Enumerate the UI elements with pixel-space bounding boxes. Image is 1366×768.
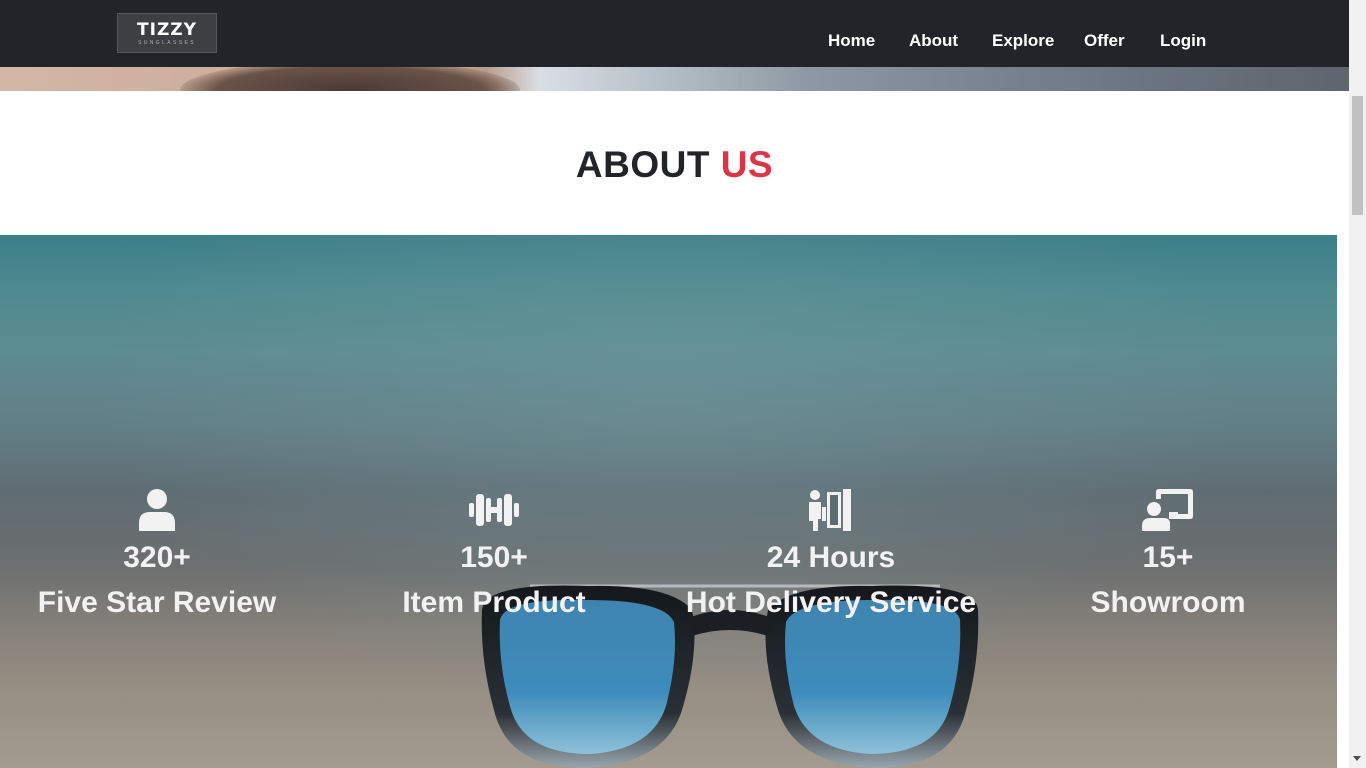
- about-heading-accent: US: [720, 144, 774, 185]
- scrollbar-thumb[interactable]: [1352, 96, 1363, 215]
- delivery-person-icon: [809, 489, 851, 531]
- nav-link-about[interactable]: About: [909, 30, 958, 52]
- stat-products: 150+ Item Product: [334, 489, 654, 623]
- scroll-down-arrow-icon[interactable]: [1353, 756, 1361, 761]
- stats-section: 320+ Five Star Review 150+ Item Product: [0, 235, 1337, 768]
- page: TIZZY SUNGLASSES Home About Explore Offe…: [0, 0, 1366, 768]
- about-heading-main: ABOUT: [575, 144, 710, 185]
- stat-value: 320+: [123, 541, 191, 574]
- stat-value: 24 Hours: [766, 541, 896, 574]
- stat-label: Five Star Review: [37, 586, 277, 619]
- stat-showroom: 15+ Showroom: [1008, 489, 1328, 623]
- nav-link-offer[interactable]: Offer: [1084, 30, 1125, 52]
- stat-delivery: 24 Hours Hot Delivery Service: [671, 489, 991, 623]
- nav-links: Home About Explore Offer Login: [0, 30, 1349, 52]
- nav-link-home[interactable]: Home: [828, 30, 875, 52]
- navbar: TIZZY SUNGLASSES Home About Explore Offe…: [0, 0, 1349, 67]
- stat-value: 15+: [1142, 541, 1194, 574]
- stat-label: Showroom: [1090, 586, 1246, 619]
- chalkboard-user-icon: [1142, 489, 1193, 531]
- dumbbell-icon: [469, 494, 519, 526]
- stat-label: Item Product: [402, 586, 586, 619]
- stat-value: 150+: [460, 541, 528, 574]
- stat-reviews: 320+ Five Star Review: [0, 489, 317, 623]
- stat-label: Hot Delivery Service: [685, 586, 977, 619]
- nav-link-explore[interactable]: Explore: [992, 30, 1054, 52]
- about-section: ABOUT US: [0, 91, 1337, 235]
- about-heading: ABOUT US: [0, 142, 1349, 188]
- nav-link-login[interactable]: Login: [1160, 30, 1206, 52]
- user-icon: [139, 489, 175, 531]
- vertical-scrollbar[interactable]: [1349, 0, 1366, 768]
